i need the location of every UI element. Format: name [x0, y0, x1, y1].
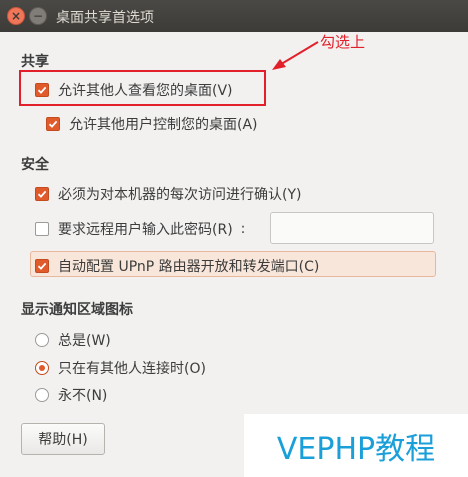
minimize-icon: −	[32, 9, 44, 23]
password-colon: :	[240, 221, 246, 237]
allow-view-label: 允许其他人查看您的桌面(V)	[58, 83, 233, 99]
radio-never-label: 永不(N)	[58, 388, 108, 404]
radio-when-connected-row[interactable]: 只在有其他人连接时(O)	[35, 358, 206, 378]
upnp-checkbox-row[interactable]: 自动配置 UPnP 路由器开放和转发端口(C)	[35, 256, 319, 276]
upnp-checkbox[interactable]	[35, 259, 49, 273]
close-icon: ×	[10, 9, 22, 23]
watermark: VEPHP教程	[244, 414, 468, 477]
allow-control-checkbox-row[interactable]: 允许其他用户控制您的桌面(A)	[46, 114, 258, 134]
radio-when-connected[interactable]	[35, 361, 49, 375]
close-window-button[interactable]: ×	[7, 7, 25, 25]
checkmark-icon	[37, 190, 47, 198]
allow-control-checkbox[interactable]	[46, 117, 60, 131]
password-input[interactable]	[270, 212, 434, 244]
radio-always[interactable]	[35, 333, 49, 347]
security-heading: 安全	[21, 157, 49, 173]
confirm-access-checkbox-row[interactable]: 必须为对本机器的每次访问进行确认(Y)	[35, 184, 301, 204]
radio-never[interactable]	[35, 388, 49, 402]
checkmark-icon	[48, 120, 58, 128]
allow-control-label: 允许其他用户控制您的桌面(A)	[69, 117, 258, 133]
annotation-text: 勾选上	[320, 33, 366, 51]
radio-never-row[interactable]: 永不(N)	[35, 385, 107, 405]
confirm-access-label: 必须为对本机器的每次访问进行确认(Y)	[58, 187, 302, 203]
allow-view-checkbox[interactable]	[35, 83, 49, 97]
upnp-label: 自动配置 UPnP 路由器开放和转发端口(C)	[58, 259, 320, 275]
annotation-arrow-icon	[272, 41, 319, 70]
require-password-label: 要求远程用户输入此密码(R)	[58, 222, 233, 238]
title-bar: × − 桌面共享首选项	[0, 0, 468, 32]
checkmark-icon	[37, 86, 47, 94]
sharing-heading: 共享	[21, 54, 49, 70]
checkmark-icon	[37, 262, 47, 270]
minimize-window-button[interactable]: −	[29, 7, 47, 25]
require-password-checkbox-row[interactable]: 要求远程用户输入此密码(R) :	[35, 219, 245, 239]
radio-always-row[interactable]: 总是(W)	[35, 330, 111, 350]
radio-always-label: 总是(W)	[58, 333, 111, 349]
help-button[interactable]: 帮助(H)	[21, 423, 105, 455]
notification-heading: 显示通知区域图标	[21, 302, 133, 318]
radio-when-connected-label: 只在有其他人连接时(O)	[58, 361, 206, 377]
confirm-access-checkbox[interactable]	[35, 187, 49, 201]
allow-view-checkbox-row[interactable]: 允许其他人查看您的桌面(V)	[35, 80, 233, 100]
require-password-checkbox[interactable]	[35, 222, 49, 236]
window-title: 桌面共享首选项	[56, 10, 154, 26]
